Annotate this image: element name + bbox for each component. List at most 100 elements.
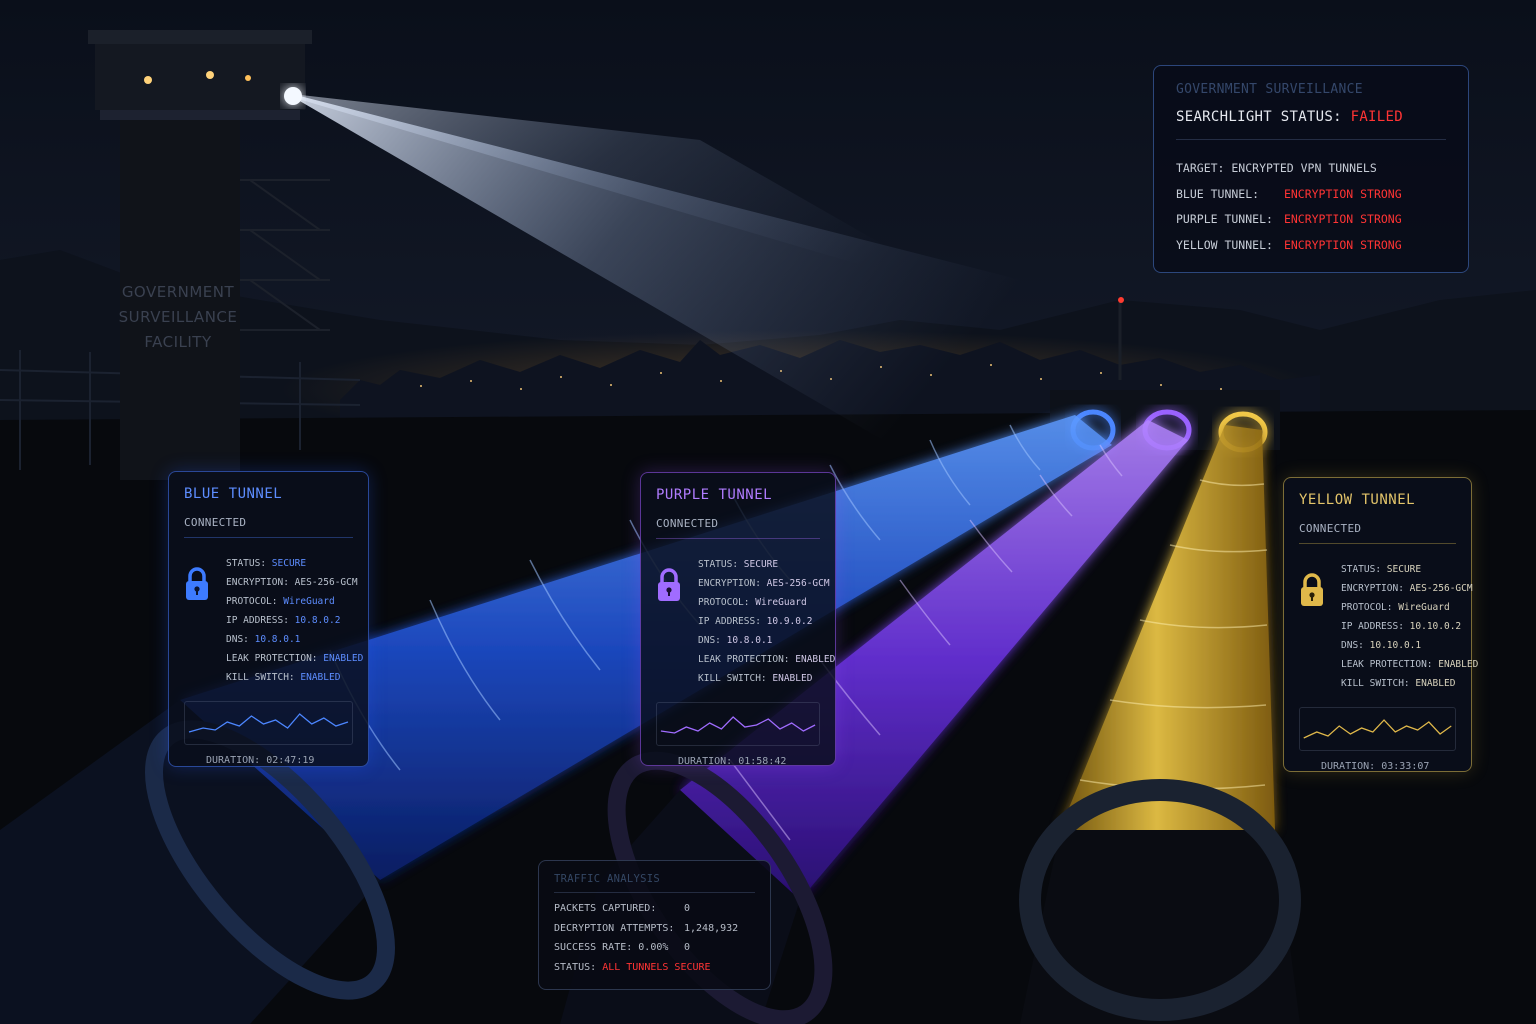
searchlight-status: SEARCHLIGHT STATUS: FAILED	[1176, 109, 1446, 125]
detail-value: 10.9.0.2	[766, 616, 813, 627]
duration-value: 01:58:42	[738, 756, 787, 767]
tunnel-duration: DURATION: 01:58:42	[656, 756, 820, 767]
tunnel-title: PURPLE TUNNEL	[656, 487, 773, 503]
surveillance-row-value: ENCRYPTION STRONG	[1283, 237, 1402, 252]
divider	[1299, 543, 1456, 544]
detail-value: 10.8.0.1	[726, 635, 773, 646]
detail-label: KILL SWITCH:	[1341, 678, 1410, 689]
detail-value: SECURE	[1386, 564, 1422, 575]
detail-label: ENCRYPTION:	[226, 577, 289, 588]
traffic-row-value: 0	[684, 942, 691, 953]
duration-label: DURATION:	[1321, 761, 1376, 772]
connection-status: CONNECTED	[184, 516, 247, 529]
tunnel-duration: DURATION: 03:33:07	[1299, 761, 1456, 772]
detail-row: IP ADDRESS: 10.8.0.2	[226, 611, 363, 630]
detail-label: IP ADDRESS:	[226, 615, 289, 626]
detail-label: KILL SWITCH:	[226, 672, 295, 683]
surveillance-row-value: ENCRYPTION STRONG	[1283, 186, 1402, 201]
detail-value: 10.8.0.2	[294, 615, 341, 626]
traffic-row-label: SUCCESS RATE: 0.00%	[554, 942, 669, 953]
traffic-row: PACKETS CAPTURED: 0	[554, 899, 755, 919]
detail-row: KILL SWITCH: ENABLED	[226, 668, 363, 687]
surveillance-target: TARGET: ENCRYPTED VPN TUNNELS	[1176, 161, 1377, 175]
detail-value: ENABLED	[772, 673, 813, 684]
detail-label: IP ADDRESS:	[698, 616, 761, 627]
detail-label: KILL SWITCH:	[698, 673, 767, 684]
detail-label: DNS:	[226, 634, 249, 645]
detail-row: STATUS: SECURE	[226, 554, 363, 573]
divider	[1176, 139, 1446, 140]
detail-label: ENCRYPTION:	[1341, 583, 1404, 594]
divider	[656, 538, 820, 539]
traffic-row: SUCCESS RATE: 0.00% 0	[554, 938, 755, 958]
detail-row: IP ADDRESS: 10.10.0.2	[1341, 617, 1478, 636]
searchlight-status-value: FAILED	[1350, 109, 1403, 125]
detail-value: 10.10.0.2	[1409, 621, 1462, 632]
traffic-row-label: DECRYPTION ATTEMPTS:	[554, 922, 675, 934]
detail-value: ENABLED	[300, 672, 341, 683]
detail-value: ENABLED	[1415, 678, 1456, 689]
traffic-status-value: ALL TUNNELS SECURE	[602, 961, 711, 973]
traffic-analysis-panel: TRAFFIC ANALYSIS PACKETS CAPTURED: 0 DECR…	[538, 860, 771, 990]
detail-value: AES-256-GCM	[1409, 583, 1473, 594]
lock-icon	[656, 555, 698, 688]
detail-label: DNS:	[1341, 640, 1364, 651]
surveillance-header: GOVERNMENT SURVEILLANCE	[1176, 82, 1363, 97]
surveillance-row-label: PURPLE TUNNEL:	[1176, 212, 1273, 226]
facility-sign-line: GOVERNMENT	[121, 283, 235, 301]
detail-value: AES-256-GCM	[766, 578, 830, 589]
detail-value: SECURE	[271, 558, 307, 569]
detail-row: PROTOCOL: WireGuard	[1341, 598, 1478, 617]
purple-tunnel-panel: PURPLE TUNNEL CONNECTED STATUS: SECURE E…	[640, 472, 836, 767]
detail-value: WireGuard	[755, 597, 807, 608]
surveillance-row: PURPLE TUNNEL: ENCRYPTION STRONG	[1176, 207, 1446, 233]
traffic-sparkline	[656, 702, 820, 746]
detail-value: ENABLED	[1438, 659, 1479, 670]
detail-row: LEAK PROTECTION: ENABLED	[698, 650, 835, 669]
tunnel-title: BLUE TUNNEL	[184, 486, 283, 502]
detail-row: KILL SWITCH: ENABLED	[1341, 674, 1478, 693]
detail-label: LEAK PROTECTION:	[226, 653, 318, 664]
detail-row: DNS: 10.8.0.1	[226, 630, 363, 649]
surveillance-row: BLUE TUNNEL: ENCRYPTION STRONG	[1176, 182, 1446, 208]
detail-label: ENCRYPTION:	[698, 578, 761, 589]
detail-label: IP ADDRESS:	[1341, 621, 1404, 632]
detail-row: DNS: 10.10.0.1	[1341, 636, 1478, 655]
traffic-row-value: 1,248,932	[684, 922, 739, 934]
detail-row: ENCRYPTION: AES-256-GCM	[226, 573, 363, 592]
searchlight-status-label: SEARCHLIGHT STATUS:	[1176, 109, 1342, 125]
lock-icon	[1299, 560, 1341, 693]
detail-row: DNS: 10.8.0.1	[698, 631, 835, 650]
duration-label: DURATION:	[678, 756, 733, 767]
detail-row: KILL SWITCH: ENABLED	[698, 669, 835, 688]
detail-row: IP ADDRESS: 10.9.0.2	[698, 612, 835, 631]
facility-sign-line: FACILITY	[144, 333, 212, 351]
traffic-sparkline	[1299, 707, 1456, 751]
detail-value: AES-256-GCM	[294, 577, 358, 588]
lock-icon	[184, 554, 226, 687]
connection-status: CONNECTED	[656, 517, 719, 530]
duration-value: 02:47:19	[266, 755, 315, 766]
tunnel-duration: DURATION: 02:47:19	[184, 755, 353, 766]
surveillance-row-value: ENCRYPTION STRONG	[1283, 212, 1402, 226]
traffic-status-label: STATUS:	[554, 961, 597, 973]
connection-status: CONNECTED	[1299, 522, 1362, 535]
detail-row: ENCRYPTION: AES-256-GCM	[698, 574, 835, 593]
detail-value: ENABLED	[323, 653, 364, 664]
yellow-tunnel-panel: YELLOW TUNNEL CONNECTED STATUS: SECURE E…	[1283, 477, 1478, 772]
detail-label: STATUS:	[1341, 564, 1382, 575]
tunnel-title: YELLOW TUNNEL	[1299, 492, 1416, 508]
detail-row: PROTOCOL: WireGuard	[698, 593, 835, 612]
detail-row: STATUS: SECURE	[698, 555, 835, 574]
detail-label: PROTOCOL:	[226, 596, 278, 607]
detail-value: SECURE	[743, 559, 779, 570]
detail-row: LEAK PROTECTION: ENABLED	[226, 649, 363, 668]
detail-label: LEAK PROTECTION:	[1341, 659, 1433, 670]
surveillance-row: YELLOW TUNNEL: ENCRYPTION STRONG	[1176, 233, 1446, 259]
detail-label: PROTOCOL:	[1341, 602, 1393, 613]
divider	[184, 537, 353, 538]
surveillance-status-panel: GOVERNMENT SURVEILLANCE SEARCHLIGHT STAT…	[1153, 65, 1469, 273]
detail-value: 10.10.0.1	[1369, 640, 1422, 651]
detail-row: LEAK PROTECTION: ENABLED	[1341, 655, 1478, 674]
detail-value: 10.8.0.1	[254, 634, 301, 645]
